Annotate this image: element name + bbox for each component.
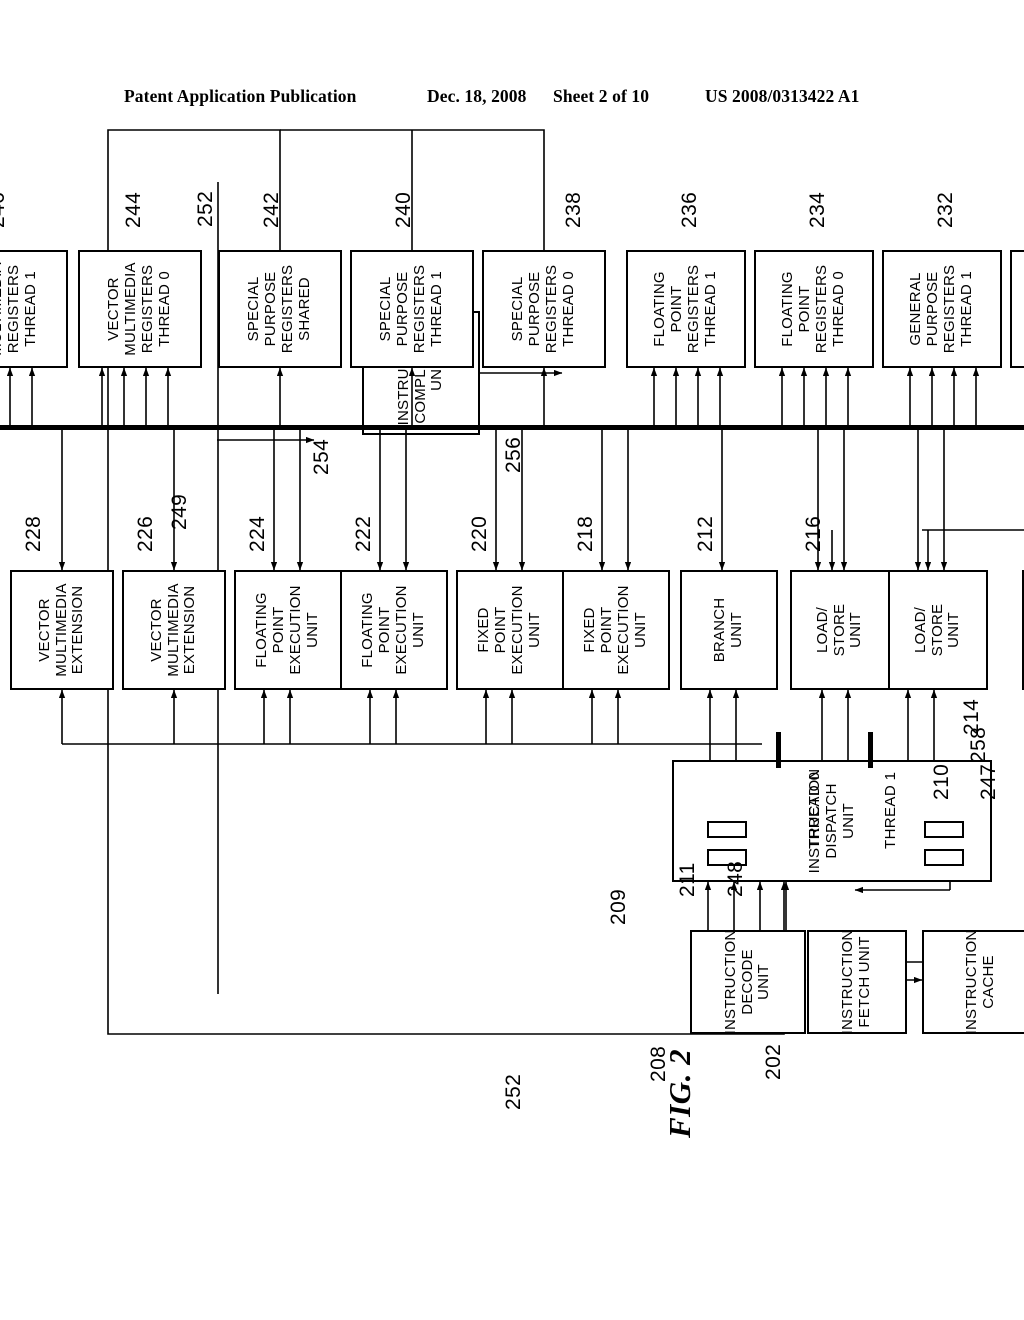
ref-228: 228 — [22, 515, 45, 552]
figure-canvas: INSTRUCTION CACHE 204 INSTRUCTION FETCH … — [0, 100, 1024, 1230]
block-vmr-thread1-label: VECTOR MULTIMEDIA REGISTERS THREAD 1 — [0, 262, 39, 356]
block-vmr-thread1: VECTOR MULTIMEDIA REGISTERS THREAD 1 — [0, 250, 68, 368]
ref-247: 247 — [977, 763, 1000, 800]
ref-214: 214 — [960, 698, 983, 735]
block-gpr-thread0: GENERAL PURPOSE REGISTERS THREAD 0 — [1010, 250, 1024, 368]
block-instruction-cache-label: INSTRUCTION CACHE — [963, 929, 997, 1035]
ref-200-leader — [62, 100, 962, 1230]
ref-246: 246 — [0, 191, 9, 228]
patent-figure-page: Patent Application Publication Dec. 18, … — [0, 0, 1024, 1320]
